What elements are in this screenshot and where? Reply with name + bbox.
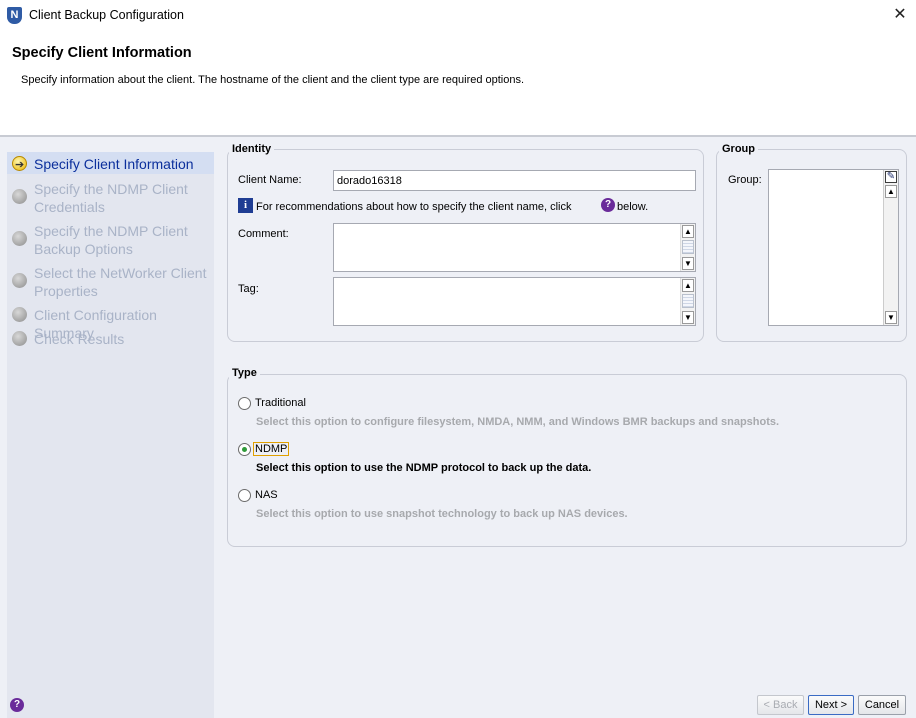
comment-textarea[interactable]: ▲ ▼: [333, 223, 696, 272]
client-name-input[interactable]: [333, 170, 696, 191]
scroll-up-icon[interactable]: ▲: [885, 185, 897, 198]
info-icon: i: [238, 198, 253, 213]
radio-ndmp[interactable]: [238, 443, 251, 456]
page-subtitle: Specify information about the client. Th…: [21, 74, 525, 86]
header-divider: [0, 135, 916, 137]
group-legend: Group: [719, 143, 758, 155]
scroll-up-icon[interactable]: ▲: [682, 279, 694, 292]
option-label-traditional[interactable]: Traditional: [255, 397, 306, 409]
option-label-nas[interactable]: NAS: [255, 489, 278, 501]
step-label: Check Results: [34, 331, 125, 347]
help-icon[interactable]: ?: [601, 198, 615, 212]
step-label: Specify the NDMP Client Credentials: [34, 181, 188, 215]
tag-label: Tag:: [238, 283, 259, 295]
next-button[interactable]: Next >: [808, 695, 854, 715]
identity-legend: Identity: [229, 143, 275, 155]
title-bar: N Client Backup Configuration ✕: [0, 0, 916, 32]
comment-label: Comment:: [238, 228, 289, 240]
step-label: Specify the NDMP Client Backup Options: [34, 223, 188, 257]
tag-scrollbar[interactable]: ▲ ▼: [680, 278, 695, 325]
step-circle-icon: [12, 189, 27, 204]
group-scrollbar[interactable]: ▲ ▼: [883, 170, 898, 325]
step-circle-icon: [12, 307, 27, 322]
scroll-down-icon[interactable]: ▼: [682, 311, 694, 324]
scroll-down-icon[interactable]: ▼: [682, 257, 694, 270]
group-label: Group:: [728, 174, 762, 186]
scroll-down-icon[interactable]: ▼: [885, 311, 897, 324]
recommendation-suffix: below.: [617, 201, 649, 213]
close-icon[interactable]: ✕: [892, 6, 908, 24]
type-legend: Type: [229, 367, 260, 379]
recommendation-text: For recommendations about how to specify…: [256, 201, 572, 213]
step-label: Select the NetWorker Client Properties: [34, 265, 207, 299]
radio-traditional[interactable]: [238, 397, 251, 410]
current-step-arrow-icon: ➔: [12, 156, 27, 171]
scroll-grip-icon[interactable]: [682, 240, 694, 254]
option-description-ndmp: Select this option to use the NDMP proto…: [256, 462, 592, 474]
type-group: [227, 374, 907, 547]
step-circle-icon: [12, 331, 27, 346]
window-title: Client Backup Configuration: [29, 8, 184, 22]
step-circle-icon: [12, 273, 27, 288]
edit-pencil-icon[interactable]: ✎: [885, 171, 897, 183]
step-specify-client-information[interactable]: ➔ Specify Client Information: [7, 152, 214, 174]
group-list[interactable]: ▲ ▼ ✎: [768, 169, 899, 326]
option-description-nas: Select this option to use snapshot techn…: [256, 508, 628, 520]
wizard-header: Specify Client Information Specify infor…: [0, 32, 916, 135]
cancel-button[interactable]: Cancel: [858, 695, 906, 715]
radio-nas[interactable]: [238, 489, 251, 502]
back-button[interactable]: < Back: [757, 695, 804, 715]
tag-textarea[interactable]: ▲ ▼: [333, 277, 696, 326]
scroll-grip-icon[interactable]: [682, 294, 694, 308]
footer-help-icon[interactable]: ?: [10, 698, 24, 712]
networker-logo-icon: N: [7, 7, 22, 24]
step-label: Specify Client Information: [34, 156, 194, 172]
comment-scrollbar[interactable]: ▲ ▼: [680, 224, 695, 271]
option-label-ndmp[interactable]: NDMP: [252, 442, 290, 456]
page-title: Specify Client Information: [12, 45, 192, 61]
client-name-label: Client Name:: [238, 174, 302, 186]
scroll-up-icon[interactable]: ▲: [682, 225, 694, 238]
wizard-steps: ➔ Specify Client Information Specify the…: [7, 152, 214, 718]
step-circle-icon: [12, 231, 27, 246]
option-description-traditional: Select this option to configure filesyst…: [256, 416, 780, 428]
